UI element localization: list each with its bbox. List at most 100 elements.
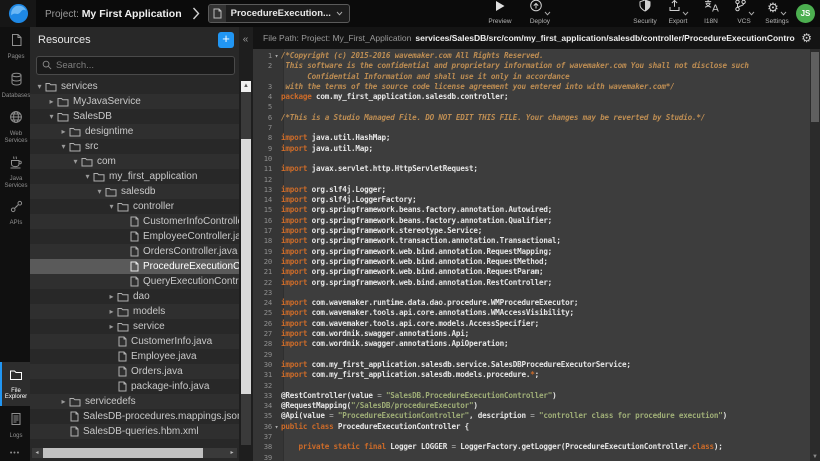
sidebar-item-java-services[interactable]: Java Services [0, 149, 30, 194]
i18n-button[interactable]: AI18N [696, 3, 726, 25]
export-label: Export [669, 18, 688, 25]
tree-vertical-scrollbar-thumb[interactable] [241, 139, 251, 394]
tree-item-CustomerInfo.java[interactable]: CustomerInfo.java [30, 334, 239, 349]
tree-item-my_first_application[interactable]: ▾my_first_application [30, 169, 239, 184]
api-icon [10, 200, 23, 218]
tree-item-CustomerInfoController.java[interactable]: CustomerInfoController.java [30, 214, 239, 229]
collapse-arrow-icon[interactable]: ▾ [94, 187, 105, 196]
search-icon [42, 57, 52, 75]
line-number: 28 [253, 339, 272, 349]
deploy-button[interactable]: Deploy [525, 3, 555, 25]
sidebar-item-databases[interactable]: Databases [0, 66, 30, 105]
expand-arrow-icon[interactable]: ▸ [106, 292, 117, 301]
code-area[interactable]: 1▾/*Copyright (c) 2015-2016 wavemaker.co… [253, 49, 820, 461]
tree-item-service[interactable]: ▸service [30, 319, 239, 334]
expand-arrow-icon[interactable]: ▸ [106, 322, 117, 331]
tree-item-package-info.java[interactable]: package-info.java [30, 379, 239, 394]
security-button[interactable]: Security [630, 3, 660, 25]
scroll-right-arrow-icon[interactable]: ▸ [227, 448, 237, 458]
tree-item-SalesDB[interactable]: ▾SalesDB [30, 109, 239, 124]
tree-horizontal-scrollbar-thumb[interactable] [43, 448, 203, 458]
collapse-panel-button[interactable]: « [240, 33, 251, 47]
fold-gutter [272, 453, 281, 461]
line-number: 20 [253, 257, 272, 267]
preview-button[interactable]: Preview [485, 3, 515, 25]
collapse-arrow-icon[interactable]: ▾ [58, 142, 69, 151]
add-resource-button[interactable]: + [218, 32, 234, 48]
tree-item-designtime[interactable]: ▸designtime [30, 124, 239, 139]
tree-item-com[interactable]: ▾com [30, 154, 239, 169]
collapse-arrow-icon[interactable]: ▾ [82, 172, 93, 181]
settings-button[interactable]: ⚙Settings [762, 3, 792, 25]
sidebar-item-apis[interactable]: APIs [0, 194, 30, 232]
vcs-button[interactable]: VCS [729, 3, 759, 25]
expand-arrow-icon[interactable]: ▸ [58, 397, 69, 406]
tree-horizontal-scrollbar[interactable]: ◂ ▸ [32, 448, 237, 458]
file-icon [118, 351, 127, 362]
fold-gutter [272, 175, 281, 185]
collapse-arrow-icon[interactable]: ▾ [46, 112, 57, 121]
file-icon [130, 246, 139, 257]
code-line: 39 [253, 453, 810, 461]
search-input[interactable] [56, 60, 229, 71]
tree-item-label: dao [133, 291, 150, 302]
sidebar-item-file-explorer[interactable]: File Explorer [0, 362, 30, 406]
tree-item-controller[interactable]: ▾controller [30, 199, 239, 214]
code-fold-arrow-icon[interactable]: ▾ [272, 422, 281, 432]
collapse-arrow-icon[interactable]: ▾ [34, 82, 45, 91]
tree-item-Employee.java[interactable]: Employee.java [30, 349, 239, 364]
scroll-down-arrow-icon[interactable]: ▼ [810, 454, 820, 460]
code-line: 3 with the terms of the source code lice… [253, 82, 810, 92]
tree-item-dao[interactable]: ▸ dao [30, 289, 239, 304]
collapse-arrow-icon[interactable]: ▾ [70, 157, 81, 166]
folder-icon [45, 82, 57, 92]
line-number: 35 [253, 411, 272, 421]
tree-item-EmployeeController.java[interactable]: EmployeeController.java [30, 229, 239, 244]
sidebar-item-pages[interactable]: Pages [0, 27, 30, 66]
expand-arrow-icon[interactable]: ▸ [46, 97, 57, 106]
fold-gutter [272, 411, 281, 421]
tree-item-src[interactable]: ▾src [30, 139, 239, 154]
wavemaker-logo[interactable] [0, 0, 36, 27]
code-line: Confidential Information and shall use i… [253, 72, 810, 82]
tree-item-ProcedureExecutionController.java[interactable]: ProcedureExecutionController.java [30, 259, 239, 274]
sidebar-more-button[interactable]: ••• [0, 444, 30, 461]
tree-vertical-scrollbar[interactable]: ▲ [241, 81, 251, 445]
project-breadcrumb[interactable]: Project: My First Application [45, 8, 182, 20]
expand-arrow-icon[interactable]: ▸ [58, 127, 69, 136]
tree-item-SalesDB-procedures.mappings.json[interactable]: SalesDB-procedures.mappings.json [30, 409, 239, 424]
tree-item-servicedefs[interactable]: ▸servicedefs [30, 394, 239, 409]
tree-item-salesdb[interactable]: ▾salesdb [30, 184, 239, 199]
editor-settings-gear-icon[interactable]: ⚙ [801, 32, 812, 45]
collapse-arrow-icon[interactable]: ▾ [106, 202, 117, 211]
tree-item-services[interactable]: ▾services [30, 79, 239, 94]
expand-arrow-icon[interactable]: ▸ [106, 307, 117, 316]
fold-gutter [272, 195, 281, 205]
tree-item-label: CustomerInfoController.java [143, 216, 239, 227]
file-tree: ▾services▸MyJavaService▾SalesDB▸designti… [30, 79, 239, 447]
sidebar-item-logs[interactable]: Logs [0, 406, 30, 445]
code-fold-arrow-icon[interactable]: ▾ [272, 51, 281, 61]
resources-header: Resources + « [30, 27, 253, 53]
scroll-left-arrow-icon[interactable]: ◂ [32, 448, 42, 458]
pages-icon [10, 33, 23, 52]
sidebar-item-label: Web Services [2, 131, 30, 144]
shield-icon [639, 0, 651, 17]
user-avatar[interactable]: JS [796, 4, 815, 23]
tree-item-QueryExecutionController.java[interactable]: QueryExecutionController.java [30, 274, 239, 289]
editor-vertical-scrollbar[interactable]: ▼ [810, 49, 820, 461]
export-button[interactable]: Export [663, 3, 693, 25]
fold-gutter [272, 381, 281, 391]
sidebar-item-web-services[interactable]: Web Services [0, 104, 30, 149]
tree-item-MyJavaService[interactable]: ▸MyJavaService [30, 94, 239, 109]
tree-item-SalesDB-queries.hbm.xml[interactable]: SalesDB-queries.hbm.xml [30, 424, 239, 439]
editor-scrollbar-thumb[interactable] [811, 52, 819, 122]
tree-item-models[interactable]: ▸models [30, 304, 239, 319]
page-selector-dropdown[interactable]: ProcedureExecution... [208, 4, 350, 23]
code-line: 33@RestController(value = "SalesDB.Proce… [253, 391, 810, 401]
tree-item-Orders.java[interactable]: Orders.java [30, 364, 239, 379]
tree-item-OrdersController.java[interactable]: OrdersController.java [30, 244, 239, 259]
coffee-icon [9, 155, 23, 174]
code-line: 37 [253, 432, 810, 442]
scroll-up-arrow-icon[interactable]: ▲ [241, 81, 251, 92]
